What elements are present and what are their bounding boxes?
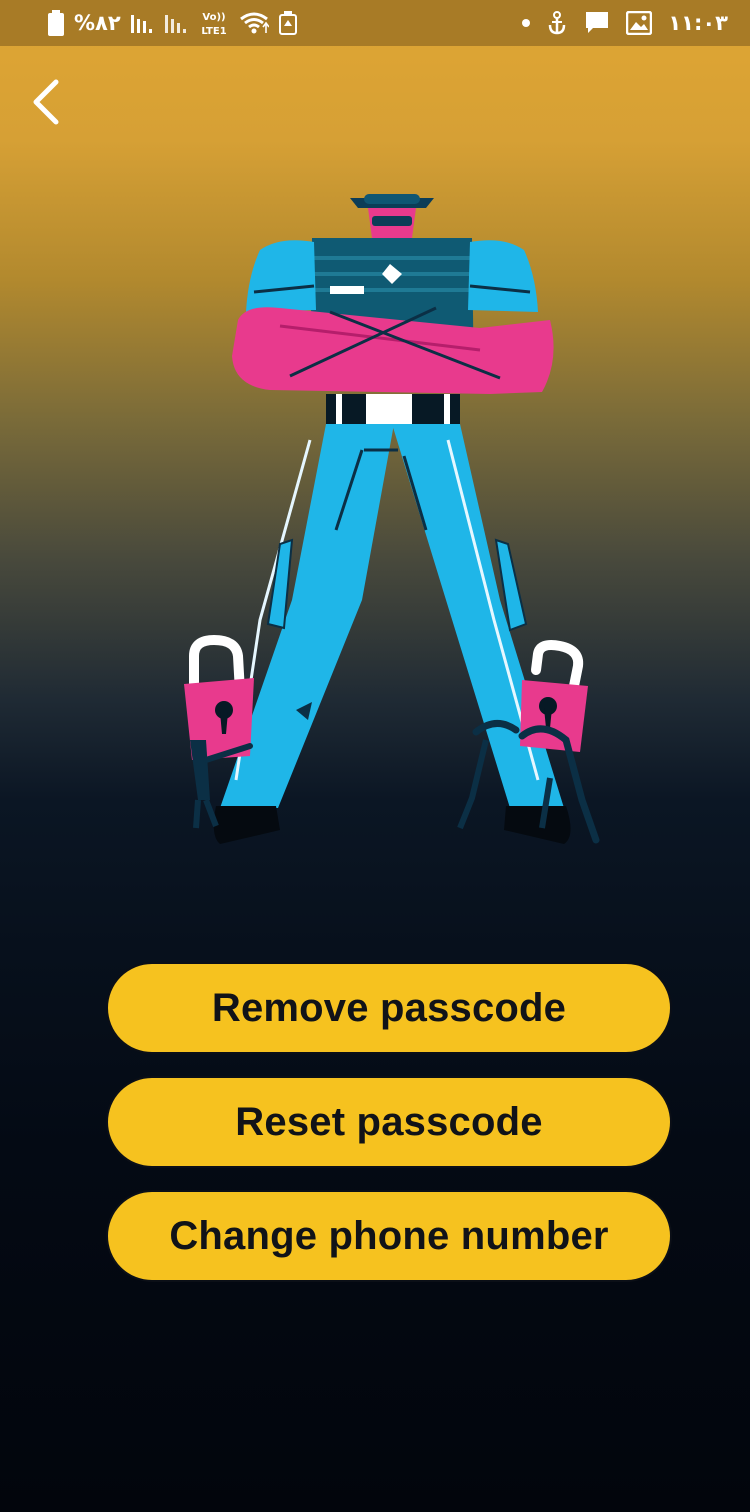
wifi-icon (239, 12, 269, 34)
clock: ۱۱:۰۳ (668, 10, 728, 35)
signal-icon (130, 15, 152, 33)
message-icon (586, 12, 609, 33)
battery-icon (48, 10, 64, 36)
battery-percent: %۸۲ (74, 10, 121, 35)
chevron-left-icon (33, 79, 59, 125)
reset-passcode-button[interactable]: Reset passcode (106, 1076, 672, 1168)
status-bar-left: %۸۲ Vo)) LTE1 (48, 0, 297, 46)
security-guard-illustration (150, 180, 610, 860)
anchor-icon (549, 11, 566, 35)
remove-passcode-button[interactable]: Remove passcode (106, 962, 672, 1054)
status-bar: %۸۲ Vo)) LTE1 ۱۱:۰۳ (0, 0, 750, 46)
reset-passcode-label: Reset passcode (235, 1099, 543, 1144)
gallery-icon (626, 11, 653, 35)
status-bar-right: ۱۱:۰۳ (522, 0, 728, 46)
passcode-options-screen: %۸۲ Vo)) LTE1 ۱۱:۰۳ Remove passcode Rese… (0, 0, 750, 1512)
signal-icon (164, 15, 186, 33)
change-phone-number-label: Change phone number (169, 1213, 609, 1258)
svg-text:LTE1: LTE1 (201, 26, 226, 37)
volte-icon: Vo)) LTE1 (201, 12, 226, 37)
svg-text:Vo)): Vo)) (202, 12, 225, 23)
remove-passcode-label: Remove passcode (211, 985, 567, 1030)
passcode-actions: Remove passcode Reset passcode Change ph… (106, 962, 672, 1304)
back-button[interactable] (22, 72, 74, 132)
dot-icon (522, 19, 531, 27)
data-saver-icon (278, 11, 297, 35)
change-phone-number-button[interactable]: Change phone number (106, 1190, 672, 1282)
